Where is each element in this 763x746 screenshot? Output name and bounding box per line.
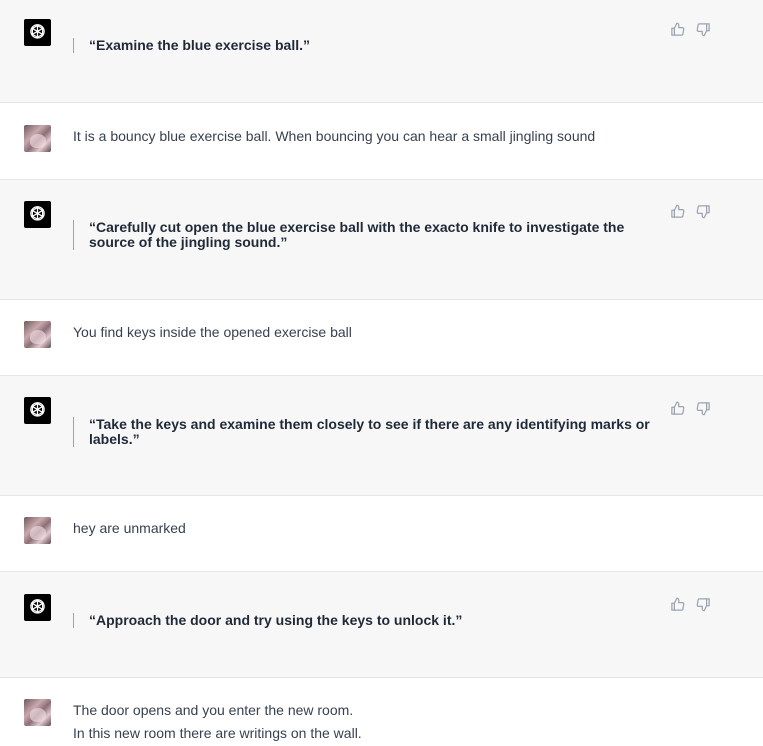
user-message-text: You find keys inside the opened exercise… [73, 324, 352, 340]
user-message: It is a bouncy blue exercise ball. When … [0, 103, 763, 180]
assistant-message-text: “Take the keys and examine them closely … [73, 417, 663, 447]
thumbs-up-icon[interactable] [670, 401, 685, 416]
user-message: You find keys inside the opened exercise… [0, 300, 763, 376]
user-message-text: hey are unmarked [73, 520, 186, 536]
thumbs-up-icon[interactable] [670, 204, 685, 219]
assistant-message: “Approach the door and try using the key… [0, 572, 763, 678]
thumbs-up-icon[interactable] [670, 22, 685, 37]
thumbs-up-icon[interactable] [670, 597, 685, 612]
feedback-buttons [670, 401, 711, 416]
assistant-message: “Examine the blue exercise ball.” [0, 0, 763, 103]
thumbs-down-icon[interactable] [696, 401, 711, 416]
user-avatar [24, 125, 51, 152]
user-message-line: The door opens and you enter the new roo… [73, 702, 354, 718]
user-message: hey are unmarked [0, 496, 763, 572]
assistant-message: “Carefully cut open the blue exercise ba… [0, 180, 763, 300]
feedback-buttons [670, 597, 711, 612]
user-avatar [24, 699, 51, 726]
assistant-message-text: “Carefully cut open the blue exercise ba… [73, 220, 663, 250]
user-avatar [24, 321, 51, 348]
thumbs-down-icon[interactable] [696, 204, 711, 219]
assistant-message-text: “Examine the blue exercise ball.” [73, 38, 663, 53]
user-message: The door opens and you enter the new roo… [0, 678, 763, 746]
openai-logo-icon [24, 397, 51, 424]
assistant-message-text: “Approach the door and try using the key… [73, 613, 663, 628]
openai-logo-icon [24, 201, 51, 228]
feedback-buttons [670, 22, 711, 37]
user-message-line: In this new room there are writings on t… [73, 725, 362, 741]
user-avatar [24, 517, 51, 544]
assistant-message: “Take the keys and examine them closely … [0, 376, 763, 496]
feedback-buttons [670, 204, 711, 219]
user-message-text: It is a bouncy blue exercise ball. When … [73, 128, 596, 144]
thumbs-down-icon[interactable] [696, 22, 711, 37]
thumbs-down-icon[interactable] [696, 597, 711, 612]
openai-logo-icon [24, 594, 51, 621]
openai-logo-icon [24, 19, 51, 46]
chat-thread: “Examine the blue exercise ball.” It is … [0, 0, 763, 746]
